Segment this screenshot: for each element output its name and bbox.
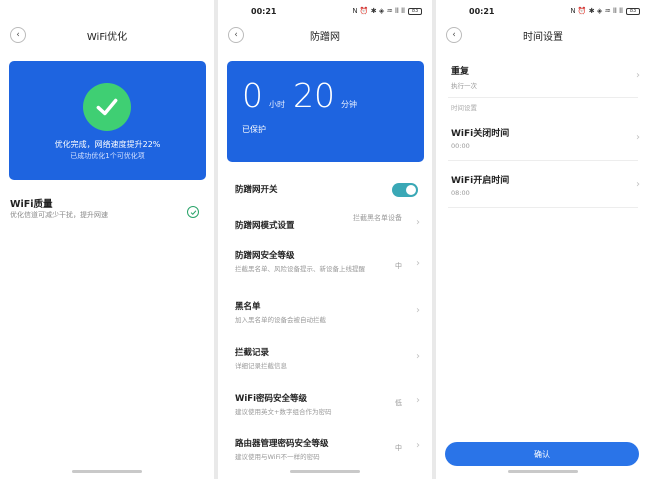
row-value: 低 — [395, 399, 402, 407]
status-icons: N ⏰ ✱ ◈ ♒ ll ll 83 — [570, 7, 640, 15]
wifi-quality-title: WiFi质量 — [10, 199, 53, 210]
home-indicator[interactable] — [72, 470, 142, 473]
status-time: 00:21 — [251, 6, 277, 16]
status-time: 00:21 — [469, 6, 495, 16]
title-bar: ‹ 防蹭网 — [218, 22, 432, 48]
toggle-knob — [406, 185, 416, 195]
row-title: 黑名单 — [235, 302, 261, 312]
wifi-quality-check-icon — [187, 206, 199, 218]
chevron-right-icon: › — [416, 440, 420, 451]
timer-row: 0 小时 20 分钟 — [242, 79, 365, 112]
divider — [448, 207, 638, 208]
row-desc: 建议使用英文+数字组合作为密码 — [235, 408, 332, 416]
row-value: 中 — [395, 262, 402, 270]
divider — [448, 160, 638, 161]
row-desc: 拦截黑名单、风险设备提示、新设备上线提醒 — [235, 265, 365, 273]
row-value: 拦截黑名单设备 — [353, 214, 402, 222]
wifi-off-time-row[interactable]: WiFi关闭时间 00:00 › — [451, 126, 640, 150]
back-button[interactable]: ‹ — [228, 27, 244, 43]
optimize-count-text: 已成功优化1个可优化项 — [70, 152, 145, 160]
home-indicator[interactable] — [508, 470, 578, 473]
row-title: 拦截记录 — [235, 348, 270, 358]
row-desc: 00:00 — [451, 142, 470, 150]
chevron-right-icon: › — [636, 179, 640, 190]
status-icon-group: N ⏰ ✱ ◈ ♒ ll ll — [570, 7, 623, 15]
router-password-level-row[interactable]: 路由器管理密码安全等级 建议使用与WiFi不一样的密码 中 › — [235, 437, 420, 462]
wifi-quality-desc: 优化信道可减少干扰，提升网速 — [10, 211, 108, 219]
optimize-result-card: 优化完成，网络速度提升22% 已成功优化1个可优化项 — [9, 61, 206, 180]
chevron-right-icon: › — [416, 258, 420, 269]
row-title: 路由器管理密码安全等级 — [235, 439, 329, 449]
chevron-right-icon: › — [416, 217, 420, 228]
chevron-right-icon: › — [416, 351, 420, 362]
wifi-on-time-row[interactable]: WiFi开启时间 08:00 › — [451, 173, 640, 197]
chevron-left-icon: ‹ — [16, 29, 20, 40]
section-label: 时间设置 — [451, 104, 477, 112]
chevron-right-icon: › — [416, 395, 420, 406]
chevron-right-icon: › — [636, 132, 640, 143]
timer-minutes: 20 — [293, 76, 335, 115]
row-desc: 建议使用与WiFi不一样的密码 — [235, 453, 320, 461]
row-desc: 详细记录拦截信息 — [235, 362, 287, 370]
row-desc: 执行一次 — [451, 82, 477, 90]
time-settings-screen: 00:21 N ⏰ ✱ ◈ ♒ ll ll 83 ‹ 时间设置 重复 执行一次 … — [436, 0, 650, 479]
page-title: 防蹭网 — [310, 31, 340, 43]
back-button[interactable]: ‹ — [10, 27, 26, 43]
row-title: WiFi关闭时间 — [451, 129, 510, 139]
success-check-icon — [83, 83, 131, 131]
row-title: WiFi密码安全等级 — [235, 394, 308, 404]
optimize-result-text: 优化完成，网络速度提升22% — [54, 140, 161, 149]
timer-minutes-unit: 分钟 — [341, 100, 357, 109]
status-icons: N ⏰ ✱ ◈ ♒ ll ll 83 — [352, 7, 422, 15]
row-title: 重复 — [451, 67, 470, 77]
anti-leech-switch-row[interactable]: 防蹭网开关 — [235, 183, 420, 197]
battery-icon: 83 — [408, 7, 422, 15]
title-bar: ‹ WiFi优化 — [0, 22, 214, 48]
chevron-right-icon: › — [636, 70, 640, 81]
protected-status: 已保护 — [242, 125, 266, 134]
security-level-row[interactable]: 防蹭网安全等级 拦截黑名单、风险设备提示、新设备上线提醒 中 › — [235, 249, 420, 274]
row-desc: 08:00 — [451, 189, 470, 197]
row-value: 中 — [395, 444, 402, 452]
chevron-left-icon: ‹ — [234, 29, 238, 40]
status-bar: 00:21 N ⏰ ✱ ◈ ♒ ll ll 83 — [436, 0, 650, 22]
blacklist-row[interactable]: 黑名单 加入黑名单的设备会被自动拦截 › — [235, 300, 420, 325]
mode-setting-row[interactable]: 防蹭网模式设置 拦截黑名单设备 › — [235, 214, 420, 231]
anti-leech-screen: 00:21 N ⏰ ✱ ◈ ♒ ll ll 83 ‹ 防蹭网 0 小时 20 分… — [218, 0, 432, 479]
back-button[interactable]: ‹ — [446, 27, 462, 43]
timer-hours-unit: 小时 — [269, 100, 285, 109]
page-title: WiFi优化 — [86, 31, 128, 43]
wifi-optimize-screen: ‹ WiFi优化 优化完成，网络速度提升22% 已成功优化1个可优化项 WiFi… — [0, 0, 214, 479]
timer-hours: 0 — [242, 76, 263, 115]
battery-icon: 83 — [626, 7, 640, 15]
row-title: WiFi开启时间 — [451, 176, 510, 186]
wifi-password-level-row[interactable]: WiFi密码安全等级 建议使用英文+数字组合作为密码 低 › — [235, 392, 420, 417]
repeat-row[interactable]: 重复 执行一次 › — [451, 64, 640, 90]
status-icon-group: N ⏰ ✱ ◈ ♒ ll ll — [352, 7, 405, 15]
chevron-right-icon: › — [416, 305, 420, 316]
home-indicator[interactable] — [290, 470, 360, 473]
chevron-left-icon: ‹ — [452, 29, 456, 40]
anti-leech-toggle[interactable] — [392, 183, 418, 197]
row-desc: 加入黑名单的设备会被自动拦截 — [235, 316, 326, 324]
page-title: 时间设置 — [523, 31, 563, 43]
confirm-button[interactable]: 确认 — [445, 442, 639, 466]
status-bar: 00:21 N ⏰ ✱ ◈ ♒ ll ll 83 — [218, 0, 432, 22]
row-title: 防蹭网安全等级 — [235, 251, 295, 261]
title-bar: ‹ 时间设置 — [436, 22, 650, 48]
intercept-log-row[interactable]: 拦截记录 详细记录拦截信息 › — [235, 346, 420, 371]
divider — [448, 97, 638, 98]
protection-timer-card: 0 小时 20 分钟 已保护 — [227, 61, 424, 162]
